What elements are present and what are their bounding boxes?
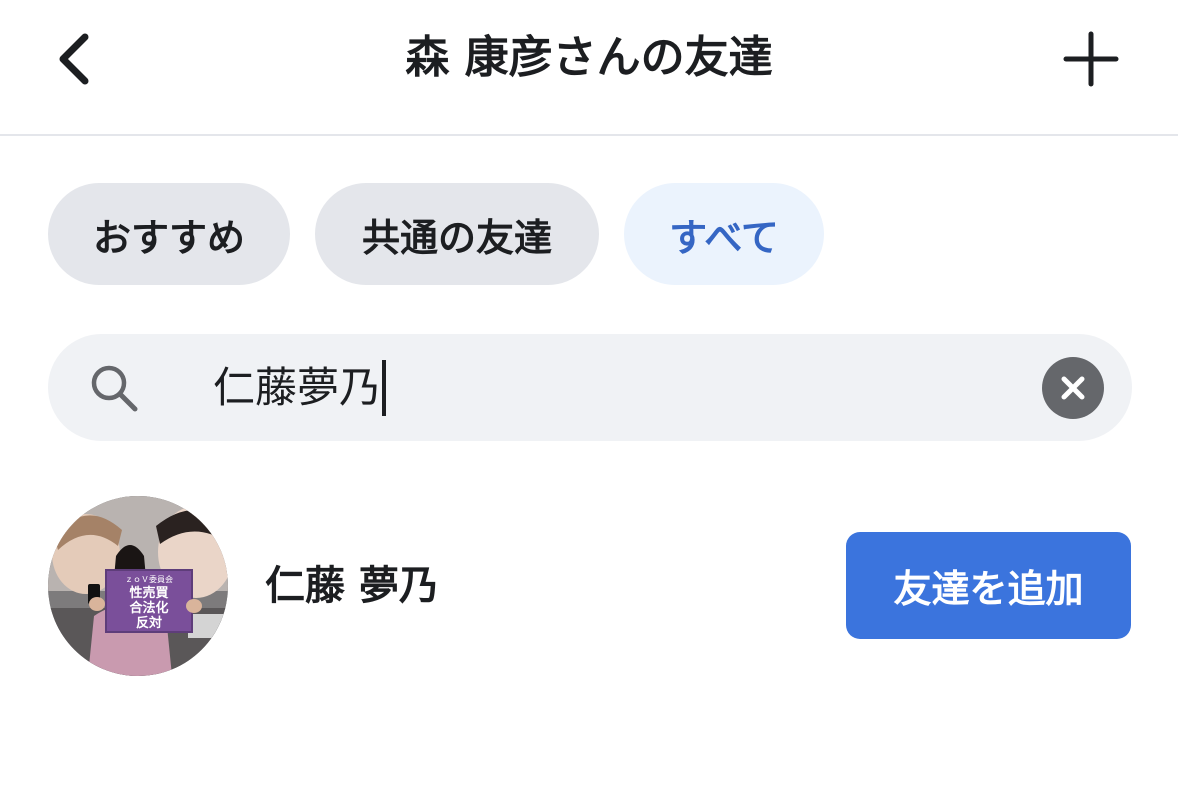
add-button[interactable] <box>1056 24 1126 94</box>
avatar-sign-top: ｚｏＶ委員会 <box>125 574 173 584</box>
clear-search-button[interactable] <box>1042 357 1104 419</box>
search-icon <box>91 365 138 412</box>
tab-all[interactable]: すべて <box>624 183 824 285</box>
header: 森 康彦さんの友達 <box>0 0 1178 136</box>
friend-name[interactable]: 仁藤 夢乃 <box>265 560 439 612</box>
filter-tabs: おすすめ 共通の友達 すべて <box>48 183 824 285</box>
search-input-value: 仁藤夢乃 <box>213 363 382 412</box>
tab-suggested[interactable]: おすすめ <box>48 183 290 285</box>
friends-screen: 森 康彦さんの友達 おすすめ 共通の友達 すべて 仁藤夢乃 ｚｏＶ委員会 性売買… <box>0 0 1178 788</box>
avatar-photo: ｚｏＶ委員会 性売買 合法化 反対 <box>48 496 228 676</box>
add-friend-button[interactable]: 友達を追加 <box>846 532 1131 639</box>
avatar-sign-line: 合法化 <box>129 600 168 616</box>
avatar-sign-line: 性売買 <box>129 585 168 601</box>
page-title: 森 康彦さんの友達 <box>405 32 773 83</box>
plus-icon <box>1063 31 1119 87</box>
friend-result-row[interactable]: ｚｏＶ委員会 性売買 合法化 反対 仁藤 夢乃 友達を追加 <box>48 496 1132 676</box>
tab-mutual-friends[interactable]: 共通の友達 <box>315 183 599 285</box>
avatar-sign-line: 反対 <box>136 615 162 631</box>
search-input[interactable]: 仁藤夢乃 <box>213 358 387 418</box>
clear-icon <box>1061 376 1085 400</box>
avatar[interactable]: ｚｏＶ委員会 性売買 合法化 反対 <box>48 496 228 676</box>
search-bar[interactable]: 仁藤夢乃 <box>48 334 1132 441</box>
text-caret <box>382 360 387 416</box>
